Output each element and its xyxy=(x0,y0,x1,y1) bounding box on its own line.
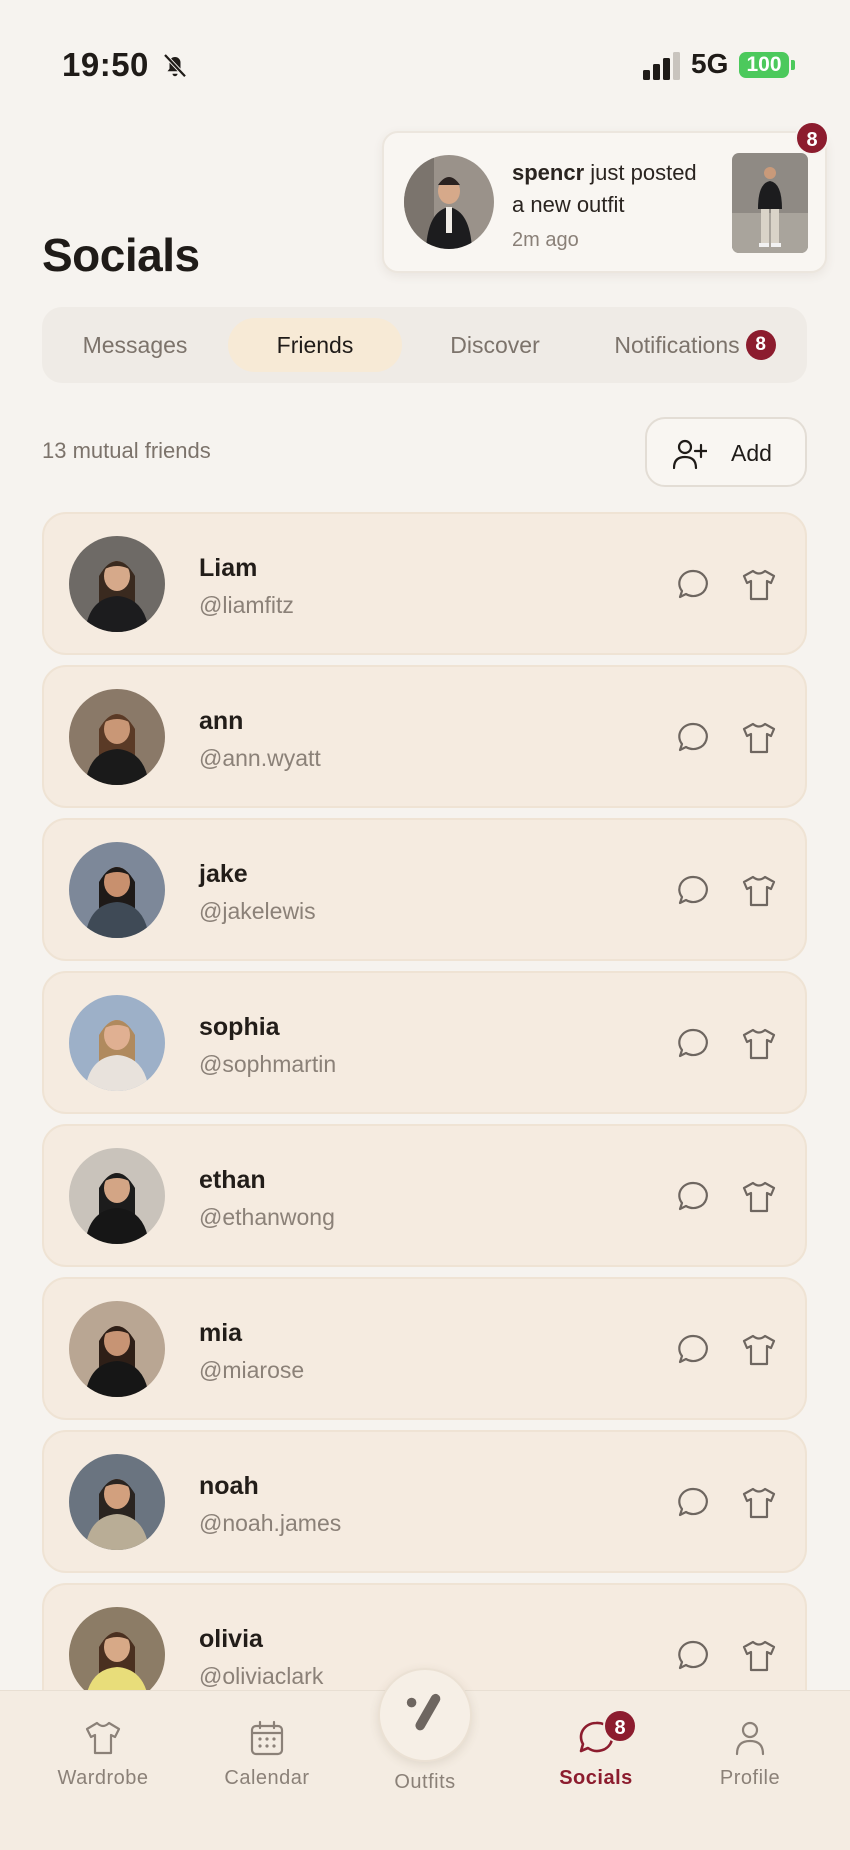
friend-avatar[interactable] xyxy=(69,1301,165,1397)
friend-card[interactable]: jake @jakelewis xyxy=(42,818,807,961)
tab-notifications[interactable]: Notifications 8 xyxy=(590,318,800,372)
battery-icon: 100 xyxy=(739,52,789,78)
friend-handle: @liamfitz xyxy=(199,592,294,618)
friend-name: noah xyxy=(199,1472,259,1500)
friend-name: mia xyxy=(199,1319,243,1347)
outfit-thumbnail[interactable] xyxy=(732,153,808,253)
message-icon[interactable] xyxy=(676,1333,710,1367)
tab-notifications-label: Notifications xyxy=(614,332,740,358)
friend-handle: @jakelewis xyxy=(199,898,316,924)
tab-messages-label: Messages xyxy=(82,332,188,358)
message-icon[interactable] xyxy=(676,721,710,755)
friend-handle: @sophmartin xyxy=(199,1051,337,1077)
nav-calendar[interactable]: Calendar xyxy=(202,1719,332,1790)
status-bar: 19:50 5G 100 xyxy=(0,0,850,130)
tab-friends-label: Friends xyxy=(276,332,354,358)
notification-card-badge: 8 xyxy=(795,121,829,155)
add-friend-button[interactable]: Add xyxy=(645,417,807,487)
add-button-label: Add xyxy=(731,440,772,466)
notifications-badge: 8 xyxy=(745,329,776,360)
notification-username: spencr xyxy=(512,160,585,185)
nav-outfits[interactable] xyxy=(378,1668,472,1762)
signal-bars-icon xyxy=(643,52,680,80)
mutual-friends-count: 13 mutual friends xyxy=(42,438,211,463)
bell-slash-icon xyxy=(163,53,187,78)
tab-friends[interactable]: Friends xyxy=(228,318,402,372)
notification-message: spencr just posted a new outfit xyxy=(512,157,732,221)
nav-socials-label: Socials xyxy=(559,1767,633,1789)
friend-handle: @miarose xyxy=(199,1357,305,1383)
notification-time: 2m ago xyxy=(512,229,579,251)
friend-handle: @noah.james xyxy=(199,1510,342,1536)
message-icon[interactable] xyxy=(676,1027,710,1061)
person-icon xyxy=(735,1721,765,1756)
friend-avatar[interactable] xyxy=(69,1607,165,1690)
friend-avatar[interactable] xyxy=(69,1454,165,1550)
friend-card[interactable]: noah @noah.james xyxy=(42,1430,807,1573)
message-icon[interactable] xyxy=(676,1180,710,1214)
notification-avatar xyxy=(404,155,494,249)
friend-handle: @ethanwong xyxy=(199,1204,335,1230)
friend-handle: @ann.wyatt xyxy=(199,745,321,771)
friend-handle: @oliviaclark xyxy=(199,1663,324,1689)
friend-avatar[interactable] xyxy=(69,689,165,785)
friend-name: olivia xyxy=(199,1625,263,1653)
socials-tabs: Messages Friends Discover Notifications 8 xyxy=(42,307,807,383)
nav-outfits-label: Outfits xyxy=(394,1771,456,1793)
battery-tip xyxy=(791,60,795,70)
friend-avatar[interactable] xyxy=(69,536,165,632)
nav-wardrobe-label: Wardrobe xyxy=(57,1767,149,1789)
tab-discover[interactable]: Discover xyxy=(420,318,570,372)
friend-card[interactable]: mia @miarose xyxy=(42,1277,807,1420)
add-user-icon xyxy=(673,439,707,469)
message-icon[interactable] xyxy=(676,568,710,602)
friend-card[interactable]: Liam @liamfitz xyxy=(42,512,807,655)
nav-socials[interactable]: Socials 8 xyxy=(531,1709,661,1790)
network-type: 5G xyxy=(691,48,729,79)
view-outfits-icon[interactable] xyxy=(741,1027,777,1061)
notification-line2: a new outfit xyxy=(512,192,625,217)
view-outfits-icon[interactable] xyxy=(741,1486,777,1520)
friend-card[interactable]: ethan @ethanwong xyxy=(42,1124,807,1267)
view-outfits-icon[interactable] xyxy=(741,874,777,908)
friend-card[interactable]: sophia @sophmartin xyxy=(42,971,807,1114)
nav-wardrobe[interactable]: Wardrobe xyxy=(38,1719,168,1790)
friend-name: ethan xyxy=(199,1166,266,1194)
friend-name: sophia xyxy=(199,1013,280,1041)
friend-name: jake xyxy=(199,860,248,888)
calendar-icon xyxy=(250,1720,284,1756)
friend-avatar[interactable] xyxy=(69,842,165,938)
nav-profile-label: Profile xyxy=(719,1767,781,1789)
view-outfits-icon[interactable] xyxy=(741,1639,777,1673)
friends-list: Liam @liamfitz ann @ann.wyatt jake @jakelewis… xyxy=(42,512,807,1690)
friend-name: ann xyxy=(199,707,244,735)
message-icon[interactable] xyxy=(676,874,710,908)
notification-line1: just posted xyxy=(584,160,697,185)
nav-profile[interactable]: Profile xyxy=(685,1719,815,1790)
view-outfits-icon[interactable] xyxy=(741,1333,777,1367)
friend-avatar[interactable] xyxy=(69,1148,165,1244)
shirt-icon xyxy=(85,1721,121,1755)
message-icon[interactable] xyxy=(676,1639,710,1673)
message-icon[interactable] xyxy=(676,1486,710,1520)
friend-avatar[interactable] xyxy=(69,995,165,1091)
status-time: 19:50 xyxy=(62,46,149,83)
view-outfits-icon[interactable] xyxy=(741,568,777,602)
nav-calendar-label: Calendar xyxy=(224,1767,310,1789)
friend-card[interactable]: ann @ann.wyatt xyxy=(42,665,807,808)
view-outfits-icon[interactable] xyxy=(741,721,777,755)
nav-socials-badge: 8 xyxy=(603,1709,637,1743)
view-outfits-icon[interactable] xyxy=(741,1180,777,1214)
page-title: Socials xyxy=(42,229,200,281)
new-outfit-notification[interactable]: spencr just posted a new outfit 2m ago xyxy=(382,131,827,273)
tab-messages[interactable]: Messages xyxy=(60,318,210,372)
tab-discover-label: Discover xyxy=(450,332,540,358)
friend-name: Liam xyxy=(199,554,258,582)
outfits-logo-icon xyxy=(406,1693,441,1731)
